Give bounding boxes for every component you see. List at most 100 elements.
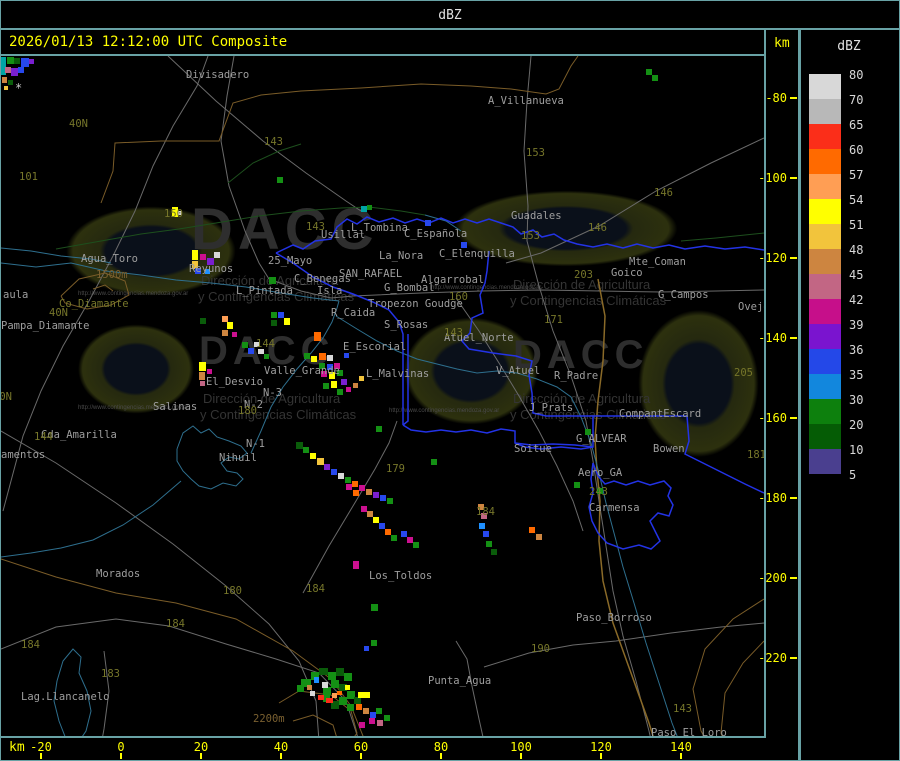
legend-color-box bbox=[809, 74, 841, 99]
echo-pixel bbox=[14, 58, 20, 64]
echo-pixel bbox=[18, 67, 24, 73]
legend-color-box bbox=[809, 249, 841, 274]
echo-pixel bbox=[354, 697, 361, 704]
legend-color-box bbox=[809, 399, 841, 424]
right-axis-tick bbox=[790, 257, 797, 259]
echo-pixel bbox=[271, 320, 277, 326]
echo-pixel bbox=[297, 685, 304, 692]
map-line-teal bbox=[250, 300, 340, 454]
road-label: 150 bbox=[164, 208, 183, 220]
star-label: * bbox=[15, 81, 23, 95]
place-label: Los_Toldos bbox=[369, 570, 433, 582]
map-line-teal bbox=[1, 480, 182, 558]
echo-pixel bbox=[387, 498, 393, 504]
bottom-axis-tick bbox=[520, 753, 522, 759]
legend-value-label: 80 bbox=[849, 68, 864, 82]
place-label: Aero_GA bbox=[578, 467, 623, 479]
place-label: Bowen bbox=[653, 443, 685, 455]
echo-pixel bbox=[331, 469, 337, 475]
elev-label: 2200m bbox=[253, 713, 285, 725]
echo-pixel bbox=[371, 604, 378, 611]
echo-pixel bbox=[324, 464, 330, 470]
road-label: 143 bbox=[306, 221, 325, 233]
echo-pixel bbox=[331, 381, 337, 388]
echo-pixel bbox=[367, 205, 372, 210]
legend-separator bbox=[798, 30, 801, 760]
echo-pixel bbox=[479, 523, 485, 529]
right-axis-tick-label: -160 bbox=[758, 411, 787, 425]
legend-color-box bbox=[809, 324, 841, 349]
echo-pixel bbox=[319, 668, 328, 675]
echo-pixel bbox=[21, 58, 29, 67]
legend-value-label: 48 bbox=[849, 243, 864, 257]
bottom-axis-tick-label: -20 bbox=[30, 740, 52, 754]
echo-pixel bbox=[200, 318, 206, 324]
echo-pixel bbox=[311, 356, 317, 362]
echo-pixel bbox=[413, 542, 419, 548]
place-label: Nihuil bbox=[219, 452, 257, 464]
map-line-gray bbox=[483, 622, 764, 668]
legend-color-box bbox=[809, 374, 841, 399]
echo-pixel bbox=[269, 277, 276, 284]
road-label: 40N bbox=[69, 118, 88, 130]
echo-pixel bbox=[358, 692, 365, 698]
legend-value-label: 65 bbox=[849, 118, 864, 132]
echo-pixel bbox=[373, 492, 379, 498]
road-label: 180 bbox=[238, 405, 257, 417]
bottom-axis-unit: km bbox=[9, 740, 25, 755]
echo-pixel bbox=[264, 354, 269, 359]
echo-pixel bbox=[345, 477, 351, 483]
echo-pixel bbox=[317, 458, 324, 465]
echo-pixel bbox=[192, 250, 198, 260]
legend-value-label: 42 bbox=[849, 293, 864, 307]
echo-pixel bbox=[271, 312, 277, 318]
echo-pixel bbox=[214, 252, 220, 258]
echo-pixel bbox=[199, 362, 206, 371]
echo-pixel bbox=[536, 534, 542, 540]
place-label: Salinas bbox=[153, 401, 198, 413]
legend-color-box bbox=[809, 349, 841, 374]
bottom-axis-tick bbox=[360, 753, 362, 759]
legend-color-box bbox=[809, 124, 841, 149]
echo-pixel bbox=[344, 673, 352, 681]
place-label: N-3 bbox=[263, 387, 282, 399]
legend-value-label: 60 bbox=[849, 143, 864, 157]
right-axis-tick bbox=[790, 657, 797, 659]
bottom-axis-tick bbox=[440, 753, 442, 759]
place-label: Isla bbox=[317, 285, 343, 297]
legend-color-box bbox=[809, 199, 841, 224]
echo-pixel bbox=[380, 495, 386, 501]
place-label: Guadales bbox=[511, 210, 562, 222]
echo-pixel bbox=[277, 177, 283, 183]
right-axis-tick-label: -120 bbox=[758, 251, 787, 265]
echo-pixel bbox=[344, 353, 349, 358]
place-label: Soitue bbox=[514, 443, 552, 455]
map-line-green bbox=[368, 206, 426, 216]
road-label: 184 bbox=[166, 618, 185, 630]
echo-pixel bbox=[352, 481, 358, 487]
echo-pixel bbox=[347, 704, 354, 711]
right-axis-tick bbox=[790, 97, 797, 99]
place-label: Reyunos bbox=[189, 263, 234, 275]
bottom-axis-tick-label: 60 bbox=[353, 740, 369, 754]
echo-pixel bbox=[328, 672, 336, 680]
echo-pixel bbox=[200, 381, 205, 386]
road-label: 160 bbox=[449, 291, 468, 303]
echo-pixel bbox=[8, 80, 13, 85]
echo-pixel bbox=[318, 695, 324, 700]
road-label: 181 bbox=[747, 449, 764, 461]
echo-pixel bbox=[7, 57, 14, 64]
echo-pixel bbox=[323, 383, 329, 389]
place-label: SAN_RAFAEL bbox=[339, 268, 403, 280]
bottom-axis-tick bbox=[120, 753, 122, 759]
place-label: Punta_Agua bbox=[428, 675, 492, 687]
legend-value-label: 70 bbox=[849, 93, 864, 107]
echo-pixel bbox=[366, 489, 372, 495]
place-label: C_Española bbox=[404, 228, 468, 240]
map-border-right bbox=[764, 30, 766, 738]
echo-pixel bbox=[307, 685, 312, 690]
bottom-axis-tick bbox=[600, 753, 602, 759]
place-label: Lag.Llancanelo bbox=[21, 691, 110, 703]
map-line-gray bbox=[1, 618, 358, 736]
radar-app-window: dBZ 2026/01/13 12:12:00 UTC Composite km… bbox=[0, 0, 900, 761]
